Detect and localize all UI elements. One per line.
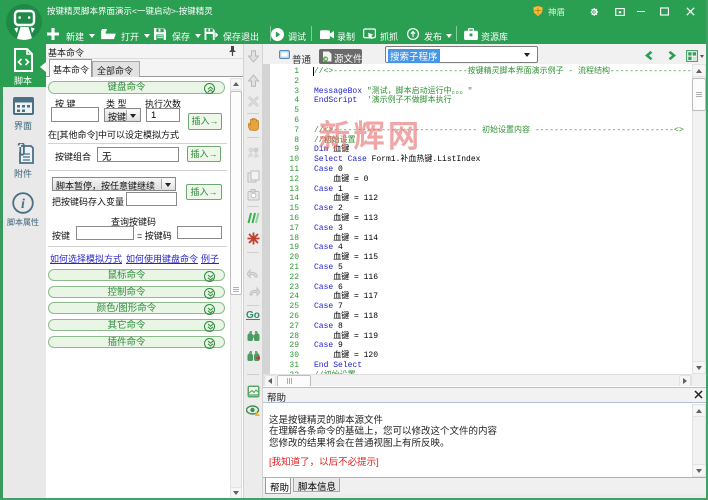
svg-text:i: i <box>21 197 25 212</box>
